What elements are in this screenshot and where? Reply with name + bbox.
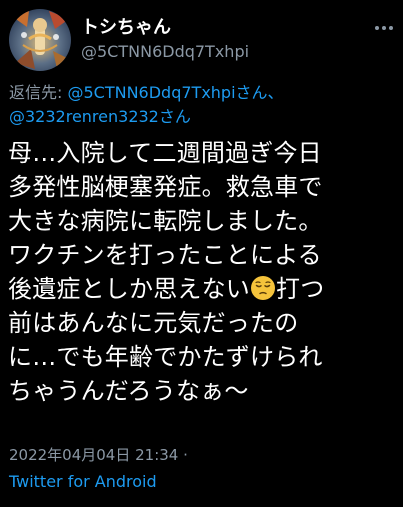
mention-link-1[interactable]: @5CTNN6Ddq7Txhpiさん、 bbox=[67, 83, 283, 102]
tweet-line: ちゃうんだろうなぁ〜 bbox=[8, 377, 249, 405]
user-info[interactable]: トシちゃん @5CTNN6Ddq7Txhpi bbox=[81, 17, 249, 63]
tweet-line: ワクチンを打ったことによる bbox=[8, 241, 322, 269]
tweet-line: 母…入院して二週間過ぎ今日 bbox=[8, 139, 322, 167]
tweet-line: 前はあんなに元気だったの bbox=[8, 309, 299, 337]
reply-context: 返信先: @5CTNN6Ddq7Txhpiさん、 @3232renren3232… bbox=[9, 81, 399, 129]
reply-prefix: 返信先: bbox=[9, 83, 68, 102]
tweet-line-with-emoji: 後遺症としか思えない 打つ bbox=[8, 272, 400, 306]
pensive-face-emoji bbox=[250, 275, 276, 301]
tweet-line: 多発性脳梗塞発症。救急車で bbox=[8, 173, 323, 201]
tweet-line-text: 打つ bbox=[276, 275, 325, 303]
user-handle[interactable]: @5CTNN6Ddq7Txhpi bbox=[81, 41, 249, 63]
tweet-line: に…でも年齢でかたずけられ bbox=[8, 343, 323, 371]
tweet-timestamp[interactable]: 2022年04月04日 21:34 · bbox=[9, 444, 188, 466]
tweet-header: トシちゃん @5CTNN6Ddq7Txhpi bbox=[9, 9, 249, 71]
mention-link-2[interactable]: @3232renren3232さん bbox=[9, 107, 191, 126]
tweet-text: 母…入院して二週間過ぎ今日 多発性脳梗塞発症。救急車で 大きな病院に転院しました… bbox=[8, 136, 400, 408]
more-options-icon[interactable] bbox=[373, 20, 395, 34]
tweet-line: 大きな病院に転院しました。 bbox=[8, 207, 323, 235]
tweet-detail: トシちゃん @5CTNN6Ddq7Txhpi 返信先: @5CTNN6Ddq7T… bbox=[0, 0, 403, 507]
display-name[interactable]: トシちゃん bbox=[81, 17, 249, 39]
tweet-source-link[interactable]: Twitter for Android bbox=[9, 471, 157, 493]
tweet-line-text: 後遺症としか思えない bbox=[8, 275, 250, 303]
avatar[interactable] bbox=[9, 9, 71, 71]
